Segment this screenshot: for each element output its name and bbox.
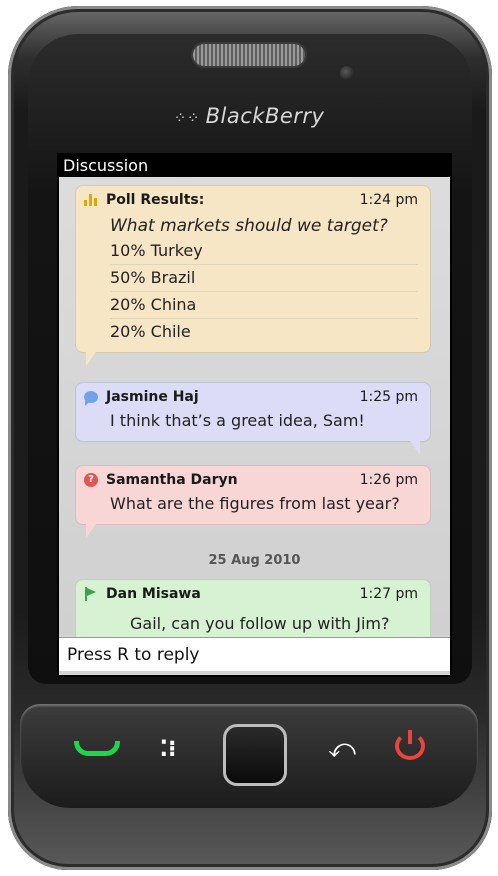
device-screen: Discussion Poll Results: 1:24 pm What ma… (57, 153, 452, 677)
brand-name: BlackBerry (205, 104, 325, 128)
message-bubble[interactable]: ? Samantha Daryn 1:26 pm What are the fi… (75, 465, 431, 538)
message-time: 1:25 pm (359, 389, 418, 405)
sender-name: Samantha Daryn (106, 472, 238, 488)
poll-header: Poll Results: (106, 192, 205, 208)
date-separator: 25 Aug 2010 (208, 553, 301, 568)
message-time: 1:26 pm (359, 472, 418, 488)
blackberry-menu-icon: ⁚⁝ (159, 736, 177, 762)
trackpad[interactable] (223, 724, 287, 786)
brand-logo: ⁘⁘ BlackBerry (0, 104, 498, 128)
blackberry-logo-icon: ⁘⁘ (173, 109, 200, 127)
discussion-list[interactable]: Poll Results: 1:24 pm What markets shoul… (59, 177, 450, 656)
reply-prompt[interactable]: Press R to reply (59, 637, 450, 671)
poll-option: 50% Brazil (110, 265, 418, 292)
phone-call-icon (74, 740, 120, 756)
poll-option: 20% Chile (110, 322, 191, 341)
poll-option: 20% China (110, 292, 418, 319)
flag-icon (84, 587, 98, 601)
sender-name: Jasmine Haj (106, 389, 199, 405)
sender-name: Dan Misawa (106, 586, 201, 602)
call-key[interactable] (72, 728, 122, 768)
power-end-icon (395, 730, 425, 760)
question-icon: ? (84, 473, 98, 487)
poll-question: What markets should we target? (110, 216, 388, 236)
screen-title: Discussion (59, 155, 450, 177)
speaker-grille (193, 44, 305, 66)
back-arrow-icon: ⤺ (328, 733, 356, 764)
message-text: I think that’s a great idea, Sam! (110, 411, 365, 430)
poll-results-bubble[interactable]: Poll Results: 1:24 pm What markets shoul… (75, 185, 431, 366)
menu-key[interactable]: ⁚⁝ (148, 732, 188, 766)
poll-icon (84, 194, 98, 206)
message-time: 1:27 pm (359, 586, 418, 602)
message-text: Gail, can you follow up with Jim? (130, 614, 390, 633)
message-text: What are the figures from last year? (110, 494, 400, 513)
chat-icon (84, 391, 98, 406)
keypad-row: ⁚⁝ ⤺ (20, 704, 478, 808)
end-call-key[interactable] (388, 724, 432, 768)
poll-option: 10% Turkey (110, 238, 418, 265)
message-bubble[interactable]: Jasmine Haj 1:25 pm I think that’s a gre… (75, 382, 431, 455)
back-key[interactable]: ⤺ (320, 732, 364, 766)
poll-time: 1:24 pm (359, 192, 418, 208)
camera-lens (340, 66, 354, 80)
